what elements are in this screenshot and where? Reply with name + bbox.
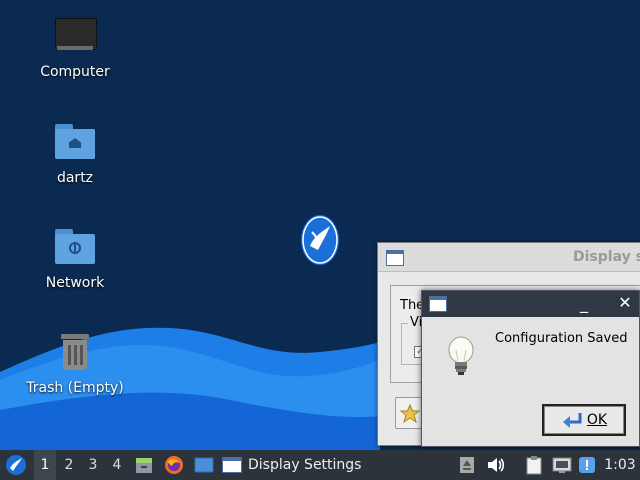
volume-tray[interactable] [484, 450, 508, 480]
distro-logo-icon [6, 455, 26, 475]
task-display-settings[interactable]: Display Settings [222, 450, 462, 480]
firefox-icon [165, 456, 183, 474]
minimize-button[interactable]: _ [575, 294, 593, 313]
desktop-icon-computer[interactable]: Computer [20, 16, 130, 80]
home-folder-icon [53, 122, 97, 166]
notification-icon [579, 457, 595, 473]
desktop-icon-label: Computer [40, 64, 110, 80]
taskbar: 1 2 3 4 Display Settings 1:03 [0, 450, 640, 480]
ok-button-label: OK [586, 412, 608, 428]
window-icon [429, 296, 447, 312]
window-titlebar[interactable]: Display s [378, 243, 640, 272]
ok-button[interactable]: OK [542, 404, 626, 436]
dialog-titlebar[interactable]: _ ✕ [422, 291, 639, 317]
eject-tray[interactable] [456, 450, 478, 480]
config-saved-dialog[interactable]: _ ✕ Configuration Saved OK [421, 290, 640, 447]
firefox-launcher[interactable] [162, 450, 186, 480]
dialog-message: Configuration Saved [495, 331, 628, 346]
distro-logo-icon [301, 215, 339, 265]
workspace-4-button[interactable]: 4 [106, 450, 128, 480]
enter-arrow-icon [562, 413, 582, 428]
clipboard-icon [526, 456, 542, 475]
desktop-icon-network[interactable]: Network [20, 227, 130, 291]
trash-icon [53, 332, 97, 376]
network-icon [552, 457, 572, 473]
window-icon [222, 457, 242, 473]
task-label: Display Settings [248, 457, 362, 473]
window-title: Display s [573, 249, 640, 265]
desktop: Computer dartz Network Trash (Empty) Dis… [0, 0, 640, 450]
notification-tray[interactable] [576, 450, 598, 480]
window-icon [386, 250, 404, 266]
eject-icon [460, 457, 474, 473]
start-menu-button[interactable] [2, 450, 30, 480]
network-folder-icon [53, 227, 97, 271]
desktop-icon [194, 457, 214, 473]
desktop-icon-trash[interactable]: Trash (Empty) [20, 332, 130, 396]
clock[interactable]: 1:03 [600, 450, 640, 480]
file-manager-launcher[interactable] [132, 450, 156, 480]
desktop-icon-label: Trash (Empty) [26, 380, 124, 396]
file-manager-icon [136, 458, 152, 473]
lightbulb-icon [448, 336, 474, 375]
network-tray[interactable] [550, 450, 574, 480]
workspace-3-button[interactable]: 3 [82, 450, 104, 480]
clipboard-tray[interactable] [522, 450, 546, 480]
computer-icon [53, 16, 97, 60]
desktop-icon-label: dartz [56, 170, 94, 186]
close-button[interactable]: ✕ [616, 293, 634, 312]
show-desktop-button[interactable] [192, 450, 216, 480]
workspace-1-button[interactable]: 1 [34, 450, 56, 480]
workspace-2-button[interactable]: 2 [58, 450, 80, 480]
volume-icon [488, 458, 505, 472]
desktop-icon-label: Network [45, 275, 105, 291]
desktop-icon-home-folder[interactable]: dartz [20, 122, 130, 186]
